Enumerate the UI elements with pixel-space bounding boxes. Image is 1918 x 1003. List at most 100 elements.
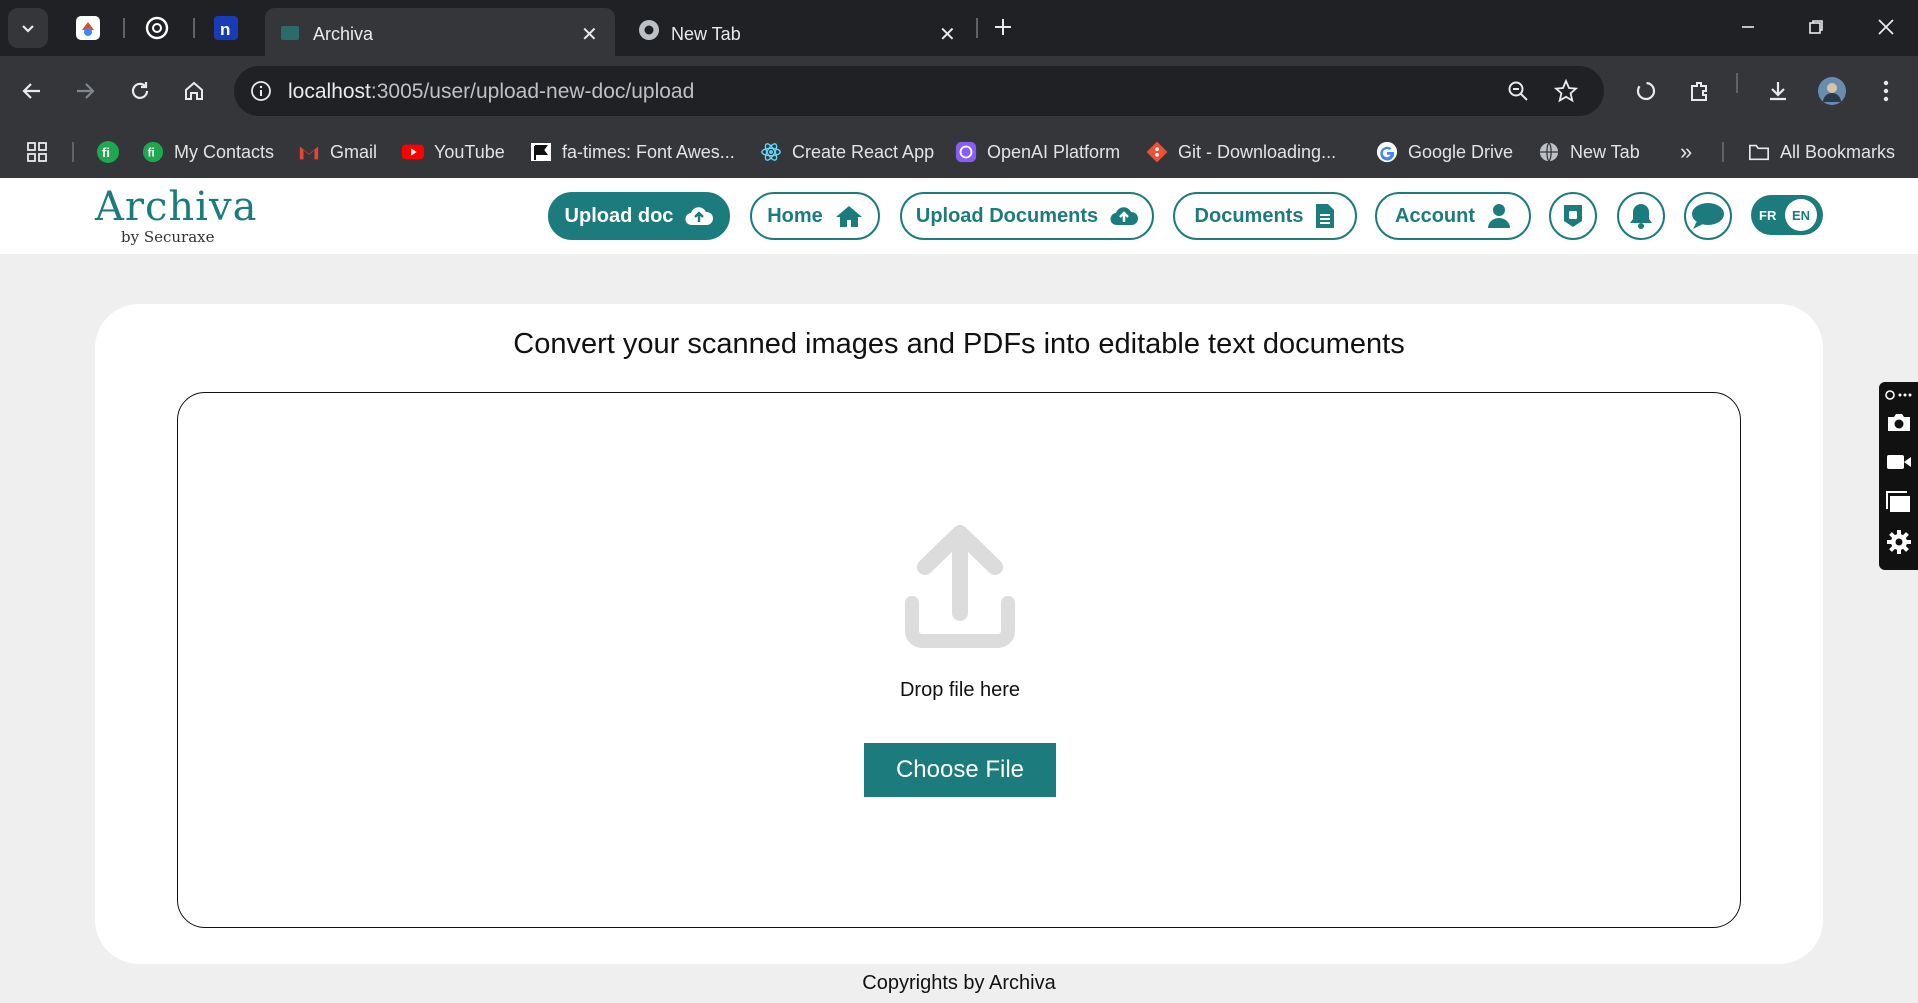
window-capture-button[interactable] bbox=[1885, 488, 1913, 516]
bookmark-gmail[interactable]: Gmail bbox=[298, 138, 377, 166]
close-tab-icon[interactable]: ✕ bbox=[939, 22, 956, 47]
lang-fr[interactable]: FR bbox=[1759, 208, 1783, 223]
all-bookmarks-label: All Bookmarks bbox=[1780, 141, 1896, 162]
zoom-icon[interactable] bbox=[1506, 79, 1530, 103]
cloud-upload-icon bbox=[1110, 207, 1139, 226]
camera-icon bbox=[1888, 414, 1910, 431]
page-title: Convert your scanned images and PDFs int… bbox=[513, 328, 1405, 360]
tab-search-button[interactable] bbox=[8, 8, 48, 48]
file-dropzone[interactable]: Drop file here Choose File bbox=[177, 392, 1741, 928]
tab-title: New Tab bbox=[671, 24, 741, 44]
fi-icon: fi bbox=[97, 141, 119, 163]
tab-new-tab[interactable]: New Tab ✕ bbox=[625, 8, 975, 56]
close-icon bbox=[1878, 19, 1894, 35]
reload-button[interactable] bbox=[124, 75, 156, 107]
site-info-icon[interactable] bbox=[250, 80, 272, 102]
tab-archiva[interactable]: Archiva ✕ bbox=[265, 8, 615, 56]
n-app-icon: n bbox=[214, 16, 238, 40]
document-icon bbox=[1316, 204, 1335, 228]
folder-icon bbox=[1749, 144, 1769, 161]
url-text: localhost:3005/user/upload-new-doc/uploa… bbox=[288, 80, 694, 104]
chat-bubble-icon bbox=[1692, 203, 1724, 229]
record-video-button[interactable] bbox=[1885, 448, 1913, 476]
upload-card: Convert your scanned images and PDFs int… bbox=[95, 304, 1823, 964]
url-path: :3005/user/upload-new-doc/upload bbox=[370, 80, 695, 103]
bookmark-fa-times[interactable]: fa-times: Font Awes... bbox=[530, 138, 735, 166]
downloads-button[interactable] bbox=[1762, 75, 1794, 107]
pinned-tab-n[interactable]: n bbox=[210, 12, 242, 44]
screenshot-button[interactable] bbox=[1885, 408, 1913, 436]
badge-button[interactable] bbox=[1549, 192, 1597, 240]
openai-icon bbox=[145, 16, 169, 40]
minimize-icon bbox=[1742, 26, 1754, 28]
reload-icon bbox=[131, 82, 149, 99]
flag-icon bbox=[531, 143, 551, 161]
kebab-menu-icon bbox=[1883, 80, 1889, 102]
drop-file-text: Drop file here bbox=[899, 679, 1021, 701]
upload-documents-nav-button[interactable]: Upload Documents bbox=[900, 192, 1154, 240]
profile-avatar[interactable] bbox=[1816, 75, 1848, 107]
url-host: localhost bbox=[288, 80, 371, 103]
home-button[interactable] bbox=[178, 75, 210, 107]
all-bookmarks-button[interactable]: All Bookmarks bbox=[1748, 138, 1895, 166]
chrome-icon bbox=[639, 20, 659, 40]
close-window-button[interactable] bbox=[1866, 12, 1906, 42]
upload-doc-button[interactable]: Upload doc bbox=[548, 192, 730, 240]
bookmark-google-drive[interactable]: Google Drive bbox=[1376, 138, 1513, 166]
bookmark-star-icon[interactable] bbox=[1554, 79, 1578, 103]
chevron-down-icon bbox=[22, 25, 34, 33]
bookmark-git[interactable]: Git - Downloading... bbox=[1146, 138, 1336, 166]
app-header: Archiva by Securaxe Upload doc Home Uplo… bbox=[0, 178, 1918, 254]
close-tab-icon[interactable]: ✕ bbox=[581, 22, 598, 47]
notifications-button[interactable] bbox=[1617, 192, 1665, 240]
bookmark-fi[interactable]: fi bbox=[96, 138, 120, 166]
home-nav-button[interactable]: Home bbox=[750, 192, 880, 240]
bookmark-youtube[interactable]: YouTube bbox=[402, 138, 505, 166]
documents-nav-button[interactable]: Documents bbox=[1173, 192, 1357, 240]
video-camera-icon bbox=[1887, 455, 1911, 469]
back-button[interactable] bbox=[16, 75, 48, 107]
choose-file-button[interactable]: Choose File bbox=[864, 743, 1056, 797]
bookmark-label: Create React App bbox=[792, 141, 935, 162]
bookmark-label: Git - Downloading... bbox=[1178, 141, 1337, 162]
bookmarks-overflow-button[interactable]: » bbox=[1680, 138, 1692, 166]
shield-badge-icon bbox=[1564, 205, 1582, 227]
account-label: Account bbox=[1395, 204, 1475, 227]
browser-menu-button[interactable] bbox=[1870, 75, 1902, 107]
sync-extension-button[interactable] bbox=[1630, 75, 1662, 107]
widget-settings-button[interactable] bbox=[1885, 528, 1913, 556]
language-toggle[interactable]: FR EN bbox=[1751, 195, 1823, 235]
home-label: Home bbox=[767, 204, 823, 227]
window-icon bbox=[1886, 491, 1910, 512]
address-bar[interactable]: localhost:3005/user/upload-new-doc/uploa… bbox=[234, 66, 1604, 116]
bookmark-label: Google Drive bbox=[1408, 141, 1514, 162]
logo-tagline: by Securaxe bbox=[121, 228, 215, 246]
extensions-button[interactable] bbox=[1684, 75, 1716, 107]
bookmarks-bar: fi fi My Contacts Gmail YouTube fa-times… bbox=[0, 126, 1918, 178]
bell-icon bbox=[1630, 204, 1652, 229]
new-tab-button[interactable] bbox=[988, 12, 1018, 42]
pinned-tab-1[interactable] bbox=[72, 12, 104, 44]
screen-capture-widget bbox=[1879, 382, 1918, 570]
archiva-logo[interactable]: Archiva by Securaxe bbox=[95, 184, 257, 246]
lang-en[interactable]: EN bbox=[1785, 199, 1817, 231]
upload-icon bbox=[905, 525, 1015, 648]
bookmark-my-contacts[interactable]: fi My Contacts bbox=[142, 138, 274, 166]
forward-button[interactable] bbox=[69, 75, 101, 107]
messages-button[interactable] bbox=[1684, 192, 1732, 240]
sync-icon bbox=[1636, 81, 1656, 101]
pinned-tab-openai[interactable] bbox=[141, 12, 173, 44]
svg-text:n: n bbox=[220, 20, 230, 39]
bookmark-create-react-app[interactable]: Create React App bbox=[760, 138, 934, 166]
openai-icon bbox=[955, 141, 977, 163]
bookmark-new-tab[interactable]: New Tab bbox=[1538, 138, 1640, 166]
account-nav-button[interactable]: Account bbox=[1375, 192, 1531, 240]
bookmark-openai-platform[interactable]: OpenAI Platform bbox=[955, 138, 1120, 166]
widget-handle[interactable] bbox=[1885, 388, 1913, 402]
apps-button[interactable] bbox=[26, 138, 48, 166]
puzzle-icon bbox=[1691, 82, 1707, 101]
bookmark-label: Gmail bbox=[330, 141, 378, 162]
minimize-button[interactable] bbox=[1728, 12, 1768, 42]
user-icon bbox=[1488, 204, 1510, 228]
restore-button[interactable] bbox=[1796, 12, 1836, 42]
